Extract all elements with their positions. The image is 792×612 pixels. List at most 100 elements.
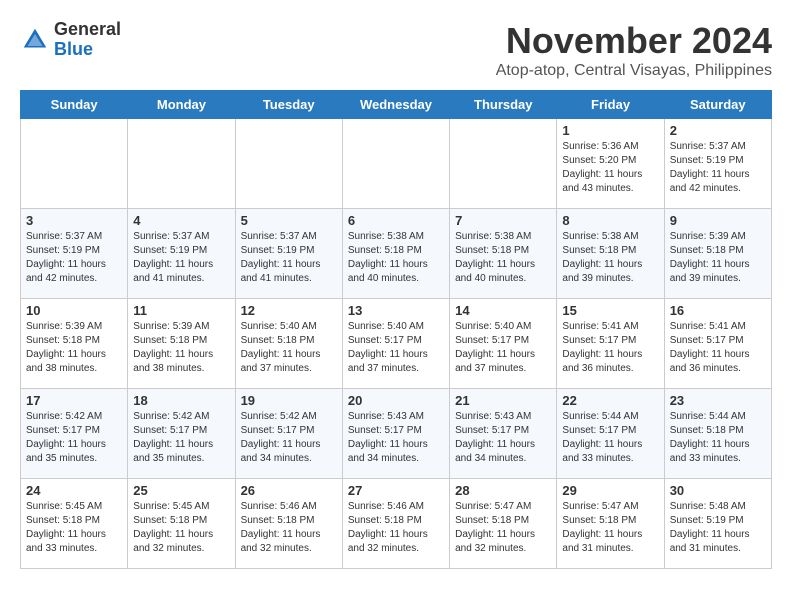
calendar-cell: 15Sunrise: 5:41 AM Sunset: 5:17 PM Dayli… (557, 299, 664, 389)
day-number: 9 (670, 213, 766, 228)
day-info: Sunrise: 5:37 AM Sunset: 5:19 PM Dayligh… (133, 230, 229, 286)
calendar-cell: 6Sunrise: 5:38 AM Sunset: 5:18 PM Daylig… (342, 209, 449, 299)
day-number: 20 (348, 393, 444, 408)
day-number: 4 (133, 213, 229, 228)
day-info: Sunrise: 5:36 AM Sunset: 5:20 PM Dayligh… (562, 140, 658, 196)
month-title: November 2024 (496, 20, 772, 62)
calendar-cell: 5 Sunrise: 5:37 AM Sunset: 5:19 PM Daylig… (235, 209, 342, 299)
day-number: 1 (562, 123, 658, 138)
calendar-cell: 29 Sunrise: 5:47 AM Sunset: 5:18 PM Dayli… (557, 479, 664, 569)
logo-text: General Blue (54, 20, 121, 60)
calendar-cell (342, 119, 449, 209)
calendar-cell: 25 Sunrise: 5:45 AM Sunset: 5:18 PM Dayli… (128, 479, 235, 569)
calendar-cell: 10Sunrise: 5:39 AM Sunset: 5:18 PM Dayli… (21, 299, 128, 389)
day-info: Sunrise: 5:46 AM Sunset: 5:18 PM Dayligh… (241, 500, 337, 556)
day-number: 13 (348, 303, 444, 318)
day-number: 23 (670, 393, 766, 408)
day-info: Sunrise: 5:42 AM Sunset: 5:17 PM Dayligh… (133, 410, 229, 466)
day-number: 27 (348, 483, 444, 498)
day-header-friday: Friday (557, 91, 664, 119)
day-info: Sunrise: 5:44 AM Sunset: 5:18 PM Dayligh… (670, 410, 766, 466)
day-info: Sunrise: 5:48 AM Sunset: 5:19 PM Dayligh… (670, 500, 766, 556)
day-number: 16 (670, 303, 766, 318)
day-number: 14 (455, 303, 551, 318)
day-number: 5 (241, 213, 337, 228)
week-row-2: 3 Sunrise: 5:37 AM Sunset: 5:19 PM Daylig… (21, 209, 772, 299)
week-row-5: 24Sunrise: 5:45 AM Sunset: 5:18 PM Dayli… (21, 479, 772, 569)
week-row-3: 10 Sunrise: 5:39 AM Sunset: 5:18 PM Dayli… (21, 299, 772, 389)
day-number: 26 (241, 483, 337, 498)
page-header: General Blue November 2024 Atop-atop, Ce… (20, 20, 772, 80)
day-number: 17 (26, 393, 122, 408)
day-info: Sunrise: 5:38 AM Sunset: 5:18 PM Dayligh… (562, 230, 658, 286)
day-number: 3 (26, 213, 122, 228)
header-row: SundayMondayTuesdayWednesdayThursdayFrid… (21, 91, 772, 119)
day-number: 2 (670, 123, 766, 138)
day-header-tuesday: Tuesday (235, 91, 342, 119)
logo-icon (20, 25, 50, 55)
calendar-cell: 7Sunrise: 5:38 AM Sunset: 5:18 PM Daylig… (450, 209, 557, 299)
day-info: Sunrise: 5:47 AM Sunset: 5:18 PM Dayligh… (562, 500, 658, 556)
day-number: 10 (26, 303, 122, 318)
day-info: Sunrise: 5:42 AM Sunset: 5:17 PM Dayligh… (241, 410, 337, 466)
day-info: Sunrise: 5:39 AM Sunset: 5:18 PM Dayligh… (133, 320, 229, 376)
day-info: Sunrise: 5:38 AM Sunset: 5:18 PM Dayligh… (348, 230, 444, 286)
day-info: Sunrise: 5:43 AM Sunset: 5:17 PM Dayligh… (455, 410, 551, 466)
calendar-cell (235, 119, 342, 209)
calendar-cell: 22Sunrise: 5:44 AM Sunset: 5:17 PM Dayli… (557, 389, 664, 479)
day-number: 18 (133, 393, 229, 408)
day-header-wednesday: Wednesday (342, 91, 449, 119)
calendar-cell (450, 119, 557, 209)
day-info: Sunrise: 5:37 AM Sunset: 5:19 PM Dayligh… (670, 140, 766, 196)
calendar-cell: 3 Sunrise: 5:37 AM Sunset: 5:19 PM Daylig… (21, 209, 128, 299)
calendar-cell: 21Sunrise: 5:43 AM Sunset: 5:17 PM Dayli… (450, 389, 557, 479)
day-number: 7 (455, 213, 551, 228)
calendar-cell: 9 Sunrise: 5:39 AM Sunset: 5:18 PM Daylig… (664, 209, 771, 299)
day-info: Sunrise: 5:41 AM Sunset: 5:17 PM Dayligh… (670, 320, 766, 376)
calendar-cell: 2 Sunrise: 5:37 AM Sunset: 5:19 PM Daylig… (664, 119, 771, 209)
calendar-cell: 24Sunrise: 5:45 AM Sunset: 5:18 PM Dayli… (21, 479, 128, 569)
day-number: 25 (133, 483, 229, 498)
logo: General Blue (20, 20, 121, 60)
calendar-table: SundayMondayTuesdayWednesdayThursdayFrid… (20, 90, 772, 569)
calendar-cell: 26 Sunrise: 5:46 AM Sunset: 5:18 PM Dayli… (235, 479, 342, 569)
day-info: Sunrise: 5:41 AM Sunset: 5:17 PM Dayligh… (562, 320, 658, 376)
calendar-cell: 20 Sunrise: 5:43 AM Sunset: 5:17 PM Dayli… (342, 389, 449, 479)
day-info: Sunrise: 5:40 AM Sunset: 5:18 PM Dayligh… (241, 320, 337, 376)
day-number: 29 (562, 483, 658, 498)
day-number: 19 (241, 393, 337, 408)
day-info: Sunrise: 5:46 AM Sunset: 5:18 PM Dayligh… (348, 500, 444, 556)
calendar-cell: 18 Sunrise: 5:42 AM Sunset: 5:17 PM Dayli… (128, 389, 235, 479)
day-info: Sunrise: 5:40 AM Sunset: 5:17 PM Dayligh… (348, 320, 444, 376)
calendar-cell: 13 Sunrise: 5:40 AM Sunset: 5:17 PM Dayli… (342, 299, 449, 389)
week-row-4: 17 Sunrise: 5:42 AM Sunset: 5:17 PM Dayli… (21, 389, 772, 479)
calendar-cell: 17 Sunrise: 5:42 AM Sunset: 5:17 PM Dayli… (21, 389, 128, 479)
day-info: Sunrise: 5:39 AM Sunset: 5:18 PM Dayligh… (670, 230, 766, 286)
day-info: Sunrise: 5:45 AM Sunset: 5:18 PM Dayligh… (26, 500, 122, 556)
day-info: Sunrise: 5:44 AM Sunset: 5:17 PM Dayligh… (562, 410, 658, 466)
location-title: Atop-atop, Central Visayas, Philippines (496, 62, 772, 80)
calendar-cell: 16 Sunrise: 5:41 AM Sunset: 5:17 PM Dayli… (664, 299, 771, 389)
day-number: 11 (133, 303, 229, 318)
calendar-cell: 12 Sunrise: 5:40 AM Sunset: 5:18 PM Dayli… (235, 299, 342, 389)
calendar-cell: 14 Sunrise: 5:40 AM Sunset: 5:17 PM Dayli… (450, 299, 557, 389)
calendar-cell: 8Sunrise: 5:38 AM Sunset: 5:18 PM Daylig… (557, 209, 664, 299)
day-info: Sunrise: 5:37 AM Sunset: 5:19 PM Dayligh… (26, 230, 122, 286)
calendar-cell (21, 119, 128, 209)
day-info: Sunrise: 5:42 AM Sunset: 5:17 PM Dayligh… (26, 410, 122, 466)
day-header-saturday: Saturday (664, 91, 771, 119)
day-header-monday: Monday (128, 91, 235, 119)
calendar-cell: 19 Sunrise: 5:42 AM Sunset: 5:17 PM Dayli… (235, 389, 342, 479)
day-header-sunday: Sunday (21, 91, 128, 119)
calendar-cell: 1 Sunrise: 5:36 AM Sunset: 5:20 PM Daylig… (557, 119, 664, 209)
calendar-cell: 11 Sunrise: 5:39 AM Sunset: 5:18 PM Dayli… (128, 299, 235, 389)
day-number: 12 (241, 303, 337, 318)
day-info: Sunrise: 5:45 AM Sunset: 5:18 PM Dayligh… (133, 500, 229, 556)
day-info: Sunrise: 5:40 AM Sunset: 5:17 PM Dayligh… (455, 320, 551, 376)
calendar-cell (128, 119, 235, 209)
calendar-cell: 28Sunrise: 5:47 AM Sunset: 5:18 PM Dayli… (450, 479, 557, 569)
day-info: Sunrise: 5:37 AM Sunset: 5:19 PM Dayligh… (241, 230, 337, 286)
day-header-thursday: Thursday (450, 91, 557, 119)
day-info: Sunrise: 5:43 AM Sunset: 5:17 PM Dayligh… (348, 410, 444, 466)
calendar-cell: 27 Sunrise: 5:46 AM Sunset: 5:18 PM Dayli… (342, 479, 449, 569)
